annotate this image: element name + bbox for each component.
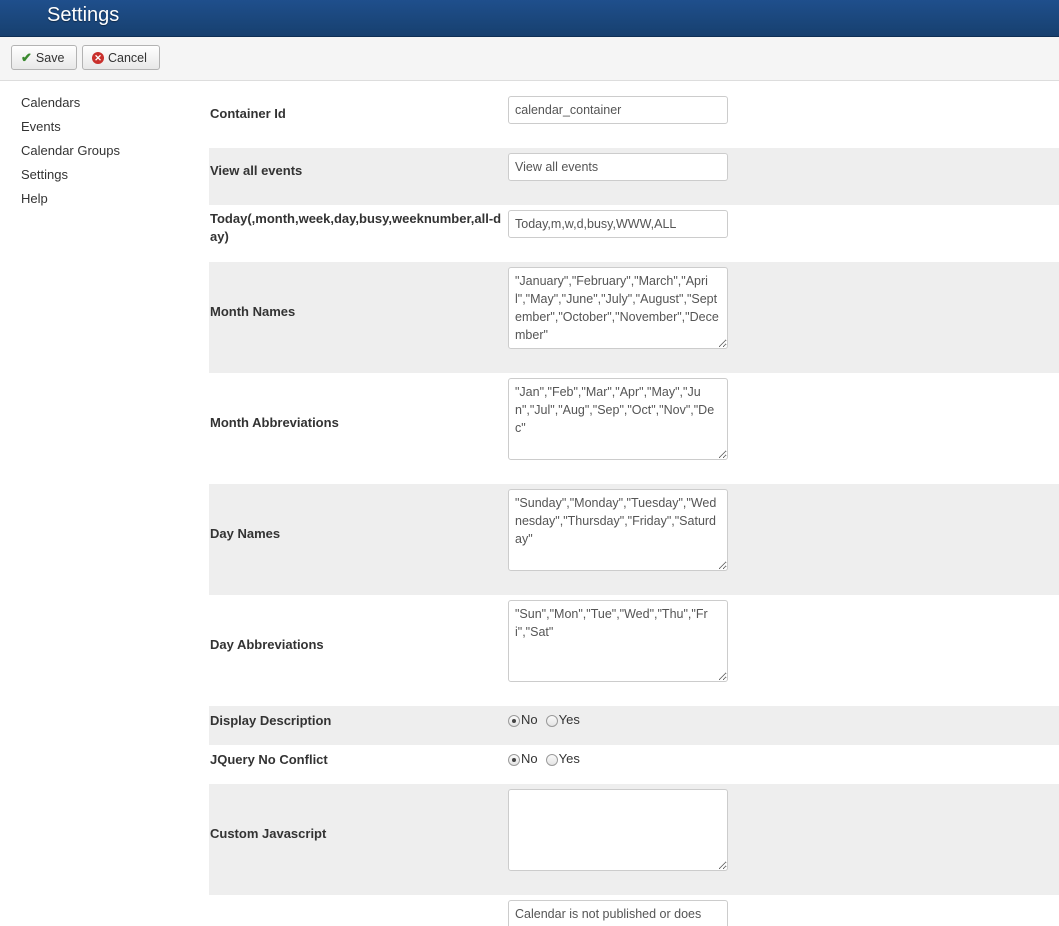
- save-button-label: Save: [35, 50, 65, 65]
- radio-unchecked-icon[interactable]: [545, 714, 558, 727]
- month-names-textarea[interactable]: "January","February","March","April","Ma…: [508, 267, 728, 349]
- month-abbreviations-label: Month Abbreviations: [210, 415, 339, 430]
- cancel-circle-icon: ✕: [92, 51, 104, 64]
- custom-javascript-textarea[interactable]: [508, 789, 728, 871]
- custom-javascript-label: Custom Javascript: [210, 826, 327, 841]
- display-description-yes-label: Yes: [558, 712, 580, 727]
- radio-checked-icon[interactable]: [508, 753, 520, 766]
- display-description-option-yes[interactable]: Yes: [545, 712, 580, 727]
- sidebar-item-calendars[interactable]: Calendars: [21, 96, 120, 120]
- toolbar: ✔ Save ✕ Cancel: [0, 37, 1059, 81]
- today-input[interactable]: [508, 210, 728, 238]
- not-published-message-textarea[interactable]: Calendar is not published or does: [508, 900, 728, 926]
- form-row-not-published-message: Calendar is not published or does: [209, 895, 1059, 926]
- page-title: Settings: [47, 4, 120, 26]
- month-abbreviations-textarea[interactable]: "Jan","Feb","Mar","Apr","May","Jun","Jul…: [508, 378, 728, 460]
- radio-checked-icon[interactable]: [508, 714, 520, 727]
- form-row-month-names: Month Names "January","February","March"…: [209, 262, 1059, 373]
- sidebar-item-help[interactable]: Help: [21, 192, 120, 216]
- app-header: Settings: [0, 0, 1059, 37]
- check-icon: ✔: [21, 49, 32, 65]
- container-id-label: Container Id: [210, 106, 286, 121]
- form-row-container-id: Container Id: [209, 90, 1059, 148]
- display-description-label: Display Description: [210, 713, 332, 728]
- display-description-option-no[interactable]: No: [508, 712, 538, 727]
- sidebar: Calendars Events Calendar Groups Setting…: [21, 96, 120, 216]
- form-row-month-abbreviations: Month Abbreviations "Jan","Feb","Mar","A…: [209, 373, 1059, 484]
- sidebar-item-calendar-groups[interactable]: Calendar Groups: [21, 144, 120, 168]
- cancel-button[interactable]: ✕ Cancel: [82, 45, 160, 70]
- form-row-view-all-events: View all events: [209, 148, 1059, 205]
- container-id-input[interactable]: [508, 96, 728, 124]
- display-description-no-label: No: [521, 712, 538, 727]
- today-label: Today(,month,week,day,busy,weeknumber,al…: [210, 211, 502, 244]
- day-names-label: Day Names: [210, 526, 281, 541]
- save-button[interactable]: ✔ Save: [11, 45, 77, 70]
- form-row-today: Today(,month,week,day,busy,weeknumber,al…: [209, 205, 1059, 262]
- jquery-no-conflict-radio-group: No Yes: [508, 751, 588, 766]
- day-names-textarea[interactable]: "Sunday","Monday","Tuesday","Wednesday",…: [508, 489, 728, 571]
- jquery-no-conflict-no-label: No: [521, 751, 538, 766]
- view-all-events-label: View all events: [210, 163, 303, 178]
- display-description-radio-group: No Yes: [508, 712, 588, 727]
- form-row-day-names: Day Names "Sunday","Monday","Tuesday","W…: [209, 484, 1059, 595]
- view-all-events-input[interactable]: [508, 153, 728, 181]
- day-abbreviations-label: Day Abbreviations: [210, 637, 324, 652]
- jquery-no-conflict-option-yes[interactable]: Yes: [545, 751, 580, 766]
- form-row-day-abbreviations: Day Abbreviations "Sun","Mon","Tue","Wed…: [209, 595, 1059, 706]
- month-names-label: Month Names: [210, 304, 296, 319]
- form-row-jquery-no-conflict: JQuery No Conflict No Yes: [209, 745, 1059, 784]
- day-abbreviations-textarea[interactable]: "Sun","Mon","Tue","Wed","Thu","Fri","Sat…: [508, 600, 728, 682]
- sidebar-item-settings[interactable]: Settings: [21, 168, 120, 192]
- sidebar-item-events[interactable]: Events: [21, 120, 120, 144]
- jquery-no-conflict-option-no[interactable]: No: [508, 751, 538, 766]
- jquery-no-conflict-yes-label: Yes: [558, 751, 580, 766]
- form-row-custom-javascript: Custom Javascript: [209, 784, 1059, 895]
- form-row-display-description: Display Description No Yes: [209, 706, 1059, 745]
- radio-unchecked-icon[interactable]: [545, 753, 558, 766]
- cancel-button-label: Cancel: [108, 50, 147, 65]
- jquery-no-conflict-label: JQuery No Conflict: [210, 752, 328, 767]
